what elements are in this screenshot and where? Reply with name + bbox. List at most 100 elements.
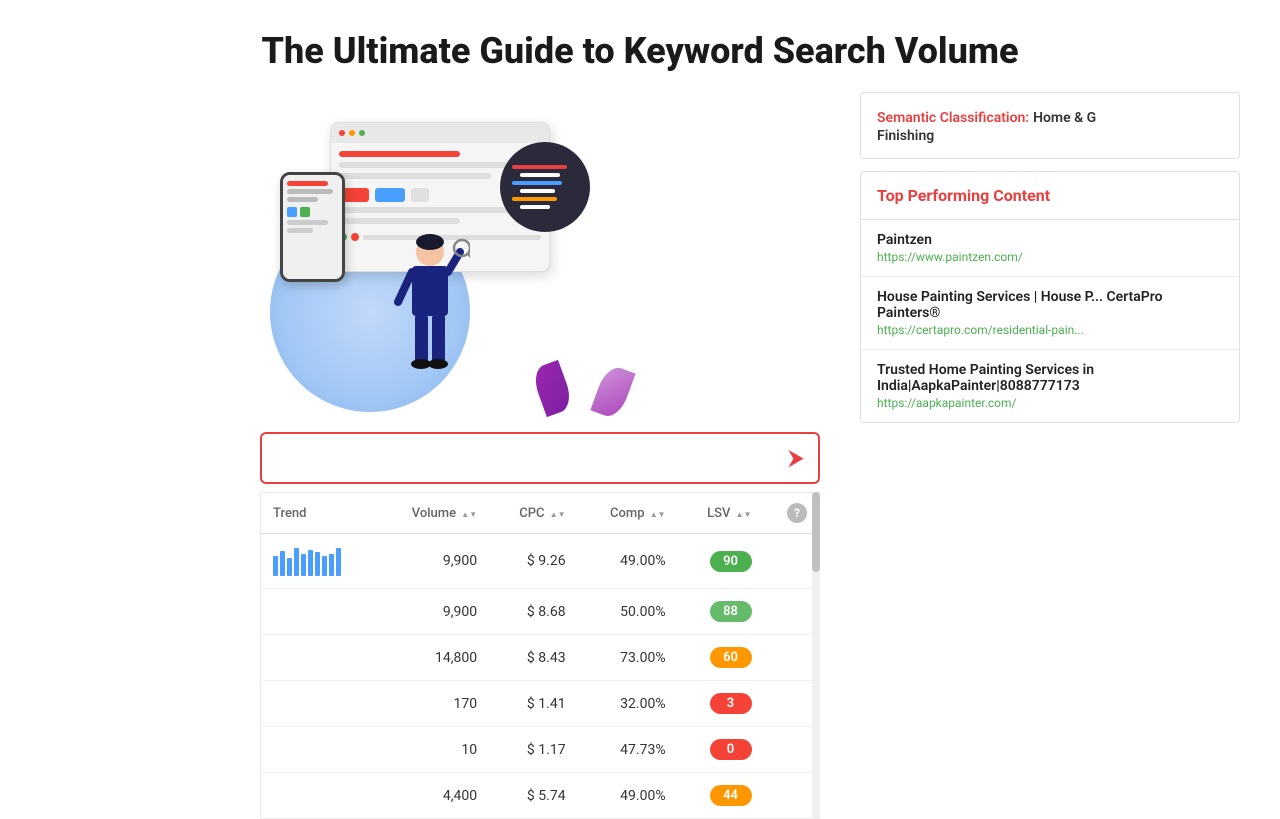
table-wrapper: Trend Volume ▲▼ CPC ▲▼ Comp ▲▼ LSV ▲▼ ? … <box>260 492 820 819</box>
content-item-url[interactable]: https://aapkapainter.com/ <box>877 396 1223 410</box>
col-header-cpc[interactable]: CPC ▲▼ <box>489 493 577 534</box>
scrollbar-track[interactable] <box>812 492 820 819</box>
top-content-title: Top Performing Content <box>877 186 1050 205</box>
top-performing-content-panel: Top Performing Content Paintzen https://w… <box>860 171 1240 423</box>
table-row: 4,400$ 5.7449.00% 44 <box>261 773 820 819</box>
trend-bar <box>294 548 299 576</box>
content-item: Paintzen https://www.paintzen.com/ <box>861 220 1239 277</box>
trend-bar <box>280 551 285 576</box>
top-content-header: Top Performing Content <box>861 172 1239 220</box>
volume-cell: 14,800 <box>377 635 489 681</box>
phone-screen <box>283 175 342 279</box>
col-header-lsv[interactable]: LSV ▲▼ <box>678 493 764 534</box>
page-title: The Ultimate Guide to Keyword Search Vol… <box>261 0 1018 92</box>
content-item-title: Trusted Home Painting Services in India|… <box>877 362 1223 394</box>
browser-line-1 <box>339 151 460 157</box>
lsv-badge: 44 <box>710 785 752 806</box>
phone-line-3 <box>287 197 318 202</box>
lsv-cell: 44 <box>678 773 764 819</box>
table-row: 9,900$ 9.2649.00%90 <box>261 534 820 589</box>
comp-cell: 47.73% <box>578 727 678 773</box>
col-header-trend: Trend <box>261 493 377 534</box>
trend-bar <box>315 552 320 576</box>
phone-line-1 <box>287 181 328 186</box>
volume-cell: 10 <box>377 727 489 773</box>
person-figure <box>390 232 470 392</box>
trend-bar <box>301 554 306 576</box>
code-circle <box>500 142 590 232</box>
illustration <box>260 92 620 432</box>
comp-cell: 50.00% <box>578 589 678 635</box>
trend-bar <box>336 548 341 576</box>
trend-cell <box>261 635 377 681</box>
lsv-sort-icon: ▲▼ <box>736 511 752 519</box>
browser-dot-green <box>359 130 365 136</box>
trend-cell <box>261 773 377 819</box>
volume-cell: 9,900 <box>377 534 489 589</box>
help-icon[interactable]: ? <box>787 503 807 523</box>
trend-bars <box>273 546 365 576</box>
col-header-volume[interactable]: Volume ▲▼ <box>377 493 489 534</box>
content-items-container: Paintzen https://www.paintzen.com/House P… <box>861 220 1239 422</box>
leaves-decoration <box>546 362 610 412</box>
content-item-title: Paintzen <box>877 232 1223 248</box>
browser-line-2 <box>339 162 521 168</box>
browser-line-5 <box>339 218 460 224</box>
search-arrow-icon: ⮞ <box>788 446 804 471</box>
trend-bar <box>329 554 334 576</box>
phone-line-5 <box>287 228 313 233</box>
content-item: Trusted Home Painting Services in India|… <box>861 350 1239 422</box>
right-panel: Semantic Classification: Home & G Finish… <box>860 92 1240 819</box>
browser-top-bar <box>331 123 549 143</box>
search-bar[interactable]: ⮞ <box>260 432 820 484</box>
trend-cell <box>261 727 377 773</box>
table-row: 14,800$ 8.4373.00% 60 <box>261 635 820 681</box>
comp-sort-icon: ▲▼ <box>650 511 666 519</box>
table-row: 9,900$ 8.6850.00% 88 <box>261 589 820 635</box>
cpc-sort-icon: ▲▼ <box>550 511 566 519</box>
comp-cell: 73.00% <box>578 635 678 681</box>
semantic-value: Home & G <box>1033 110 1096 126</box>
leaf-1 <box>530 360 575 417</box>
trend-bar <box>287 558 292 576</box>
trend-cell <box>261 534 377 589</box>
lsv-badge: 3 <box>710 693 752 714</box>
lsv-cell: 0 <box>678 727 764 773</box>
comp-cell: 49.00% <box>578 773 678 819</box>
cpc-cell: $ 1.17 <box>489 727 577 773</box>
data-table: Trend Volume ▲▼ CPC ▲▼ Comp ▲▼ LSV ▲▼ ? … <box>260 492 820 819</box>
content-item-url[interactable]: https://certapro.com/residential-pain... <box>877 323 1223 337</box>
content-item-title: House Painting Services | House P... Cer… <box>877 289 1223 321</box>
phone-mockup <box>280 172 345 282</box>
lsv-badge: 90 <box>710 551 752 572</box>
leaf-2 <box>590 363 635 420</box>
trend-cell <box>261 589 377 635</box>
scrollbar-thumb[interactable] <box>812 492 820 572</box>
lsv-cell: 90 <box>678 534 764 589</box>
volume-sort-icon: ▲▼ <box>461 511 477 519</box>
semantic-label: Semantic Classification: <box>877 110 1029 126</box>
cpc-cell: $ 5.74 <box>489 773 577 819</box>
phone-line-2 <box>287 189 333 194</box>
volume-cell: 4,400 <box>377 773 489 819</box>
lsv-badge: 60 <box>710 647 752 668</box>
browser-dot-yellow <box>349 130 355 136</box>
col-header-comp[interactable]: Comp ▲▼ <box>578 493 678 534</box>
cpc-cell: $ 8.68 <box>489 589 577 635</box>
phone-line-4 <box>287 220 328 225</box>
browser-dot-red <box>339 130 345 136</box>
content-item: House Painting Services | House P... Cer… <box>861 277 1239 350</box>
trend-bar <box>322 556 327 576</box>
lsv-badge: 0 <box>710 739 752 760</box>
browser-line-4 <box>339 207 531 213</box>
table-row: 10$ 1.1747.73% 0 <box>261 727 820 773</box>
cpc-cell: $ 8.43 <box>489 635 577 681</box>
lsv-badge: 88 <box>710 601 752 622</box>
content-item-url[interactable]: https://www.paintzen.com/ <box>877 250 1223 264</box>
trend-bar <box>273 556 278 576</box>
semantic-sub: Finishing <box>877 128 1223 144</box>
lsv-cell: 60 <box>678 635 764 681</box>
trend-bar <box>308 550 313 576</box>
browser-line-3 <box>339 173 491 179</box>
volume-cell: 9,900 <box>377 589 489 635</box>
